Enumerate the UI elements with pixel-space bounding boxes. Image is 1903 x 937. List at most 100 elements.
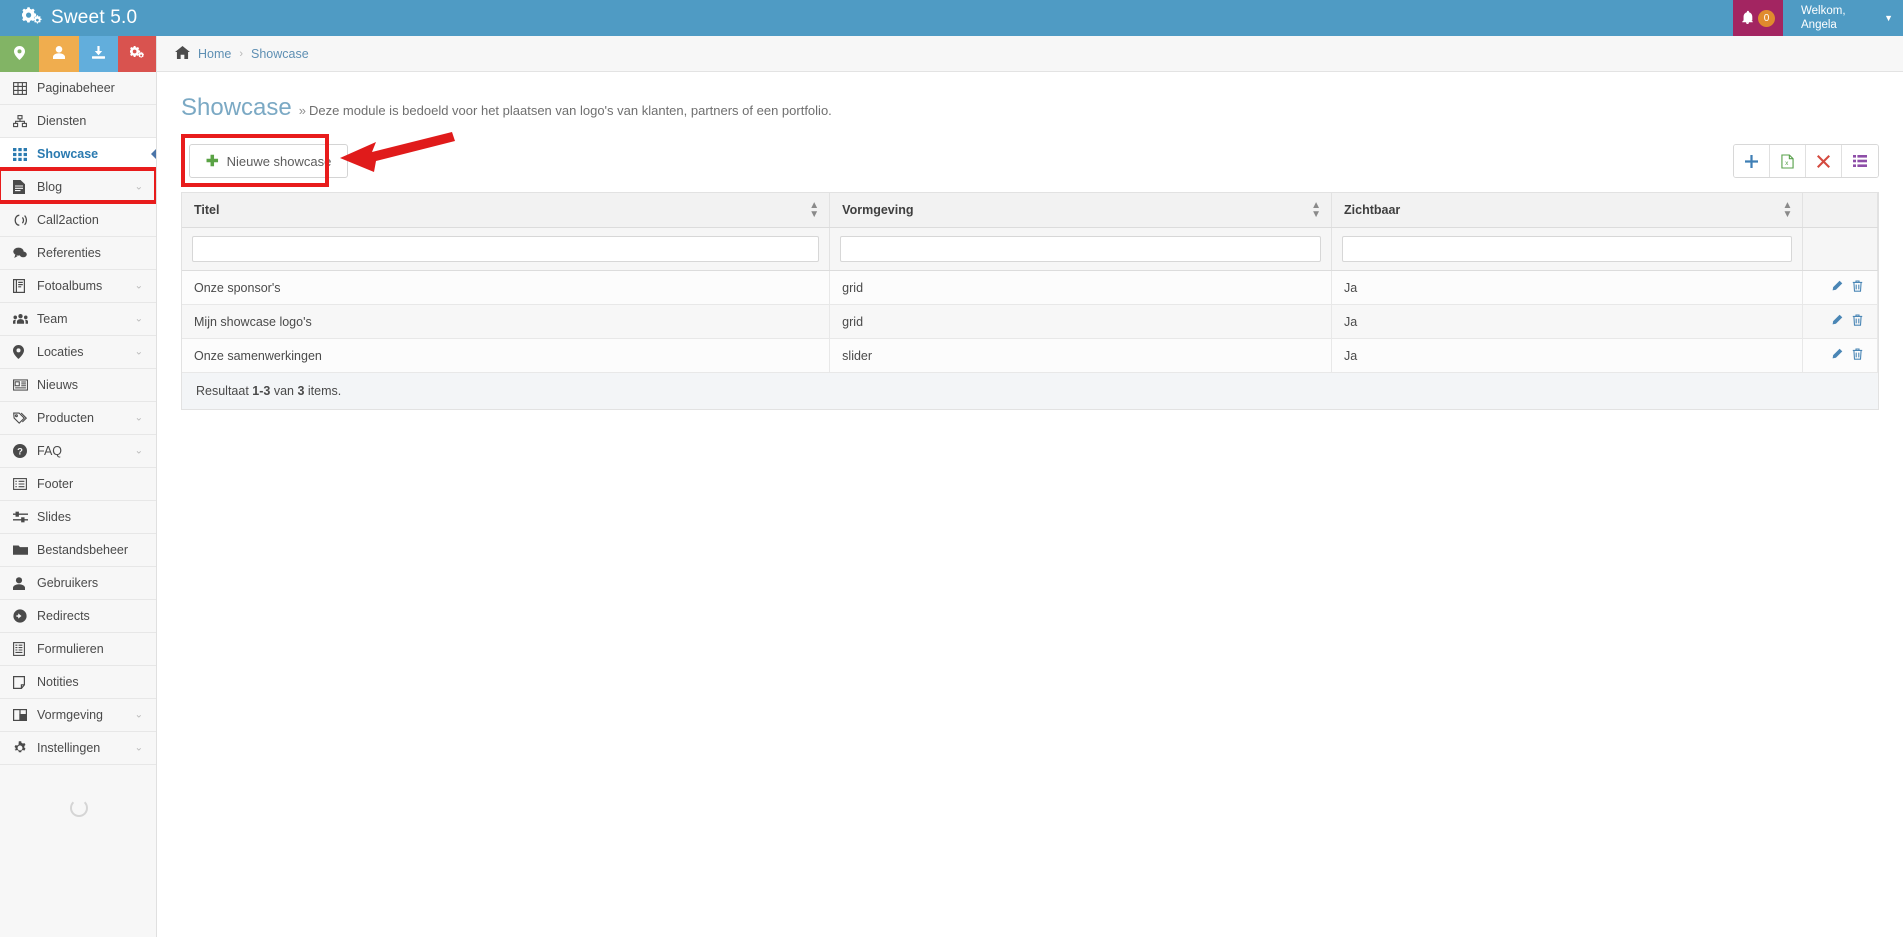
sidebar-item-paginabeheer[interactable]: Paginabeheer [0,72,156,105]
filter-input-zichtbaar[interactable] [1342,236,1793,262]
location-quick-button[interactable] [0,36,40,72]
sidebar-item-team[interactable]: Team ⌄ [0,303,156,336]
column-chooser-button[interactable] [1842,145,1878,177]
chevron-down-icon[interactable]: ⌄ [135,413,143,424]
column-header-zichtbaar-label: Zichtbaar [1344,203,1401,217]
sidebar-item-producten[interactable]: Producten ⌄ [0,402,156,435]
sidebar-item-referenties[interactable]: Referenties [0,237,156,270]
sidebar-item-gebruikers[interactable]: Gebruikers [0,567,156,600]
column-header-titel-label: Titel [194,203,220,217]
result-range: 1-3 [252,384,271,398]
cell-vormgeving: grid [829,304,1333,339]
sidebar-item-diensten[interactable]: Diensten [0,105,156,138]
new-showcase-label: Nieuwe showcase [226,153,332,169]
svg-text:?: ? [17,447,23,458]
column-header-vormgeving-label: Vormgeving [842,203,914,217]
question-icon: ? [13,444,35,458]
gears-icon [129,46,145,62]
sidebar-item-formulieren[interactable]: Formulieren [0,633,156,666]
table-header-row: Titel ▲ ▼ Vormgeving ▲ ▼ Zichtbaar ▲ ▼ [182,193,1878,228]
brand-logo[interactable]: Sweet 5.0 [0,0,192,36]
chevron-down-icon[interactable]: ⌄ [135,347,143,358]
chevron-down-icon[interactable]: ⌄ [135,314,143,325]
sidebar-item-showcase[interactable]: Showcase [0,138,156,171]
notifications-button[interactable]: 0 [1733,0,1783,36]
breadcrumb-home-link[interactable]: Home [198,47,231,61]
table-row[interactable]: Mijn showcase logo's grid Ja [182,304,1878,339]
settings-quick-button[interactable] [117,36,156,72]
add-row-button[interactable] [1734,145,1770,177]
sidebar: Paginabeheer Diensten Showcase Blog ⌄ Call2ac… [0,36,157,937]
sidebar-item-vormgeving[interactable]: Vormgeving ⌄ [0,699,156,732]
plus-icon: ✚ [206,153,219,170]
page-title: Showcase [181,94,292,121]
delete-row-icon[interactable] [1852,280,1863,295]
sidebar-item-faq[interactable]: ? FAQ ⌄ [0,435,156,468]
cell-titel: Onze sponsor's [182,270,831,305]
column-header-zichtbaar[interactable]: Zichtbaar ▲ ▼ [1331,193,1804,228]
sidebar-item-bestandsbeheer[interactable]: Bestandsbeheer [0,534,156,567]
cell-actions [1802,270,1878,305]
main-content: Showcase » Deze module is bedoeld voor he… [157,72,1903,937]
notification-count-badge: 0 [1758,9,1775,27]
cell-vormgeving: slider [829,338,1333,373]
new-showcase-button[interactable]: ✚ Nieuwe showcase [189,144,349,178]
sidebar-item-label: Notities [37,675,79,689]
edit-row-icon[interactable] [1831,280,1843,295]
cell-actions [1802,304,1878,339]
delete-row-icon[interactable] [1852,348,1863,363]
chevron-down-icon[interactable]: ⌄ [135,743,143,754]
table-row[interactable]: Onze sponsor's grid Ja [182,270,1878,305]
sidebar-item-slides[interactable]: Slides [0,501,156,534]
quick-access-bar [0,36,156,72]
sort-updown-icon[interactable]: ▲ ▼ [809,201,819,220]
user-quick-button[interactable] [39,36,79,72]
sidebar-item-notities[interactable]: Notities [0,666,156,699]
sitemap-icon [13,114,35,128]
table-row[interactable]: Onze samenwerkingen slider Ja [182,338,1878,373]
filter-input-vormgeving[interactable] [840,236,1322,262]
chevron-down-icon[interactable]: ⌄ [135,446,143,457]
sidebar-item-redirects[interactable]: Redirects [0,600,156,633]
sidebar-item-instellingen[interactable]: Instellingen ⌄ [0,732,156,765]
bell-icon [1741,10,1754,27]
sort-updown-icon[interactable]: ▲ ▼ [1311,201,1321,220]
cell-zichtbaar: Ja [1331,304,1804,339]
column-header-titel[interactable]: Titel ▲ ▼ [182,193,831,228]
download-quick-button[interactable] [78,36,118,72]
edit-row-icon[interactable] [1831,348,1843,363]
sidebar-item-locaties[interactable]: Locaties ⌄ [0,336,156,369]
breadcrumb: Home › Showcase [157,36,1903,72]
chevron-down-icon[interactable]: ⌄ [135,710,143,721]
sidebar-item-label: Nieuws [37,378,78,392]
export-excel-button[interactable]: x [1770,145,1806,177]
sidebar-item-label: Fotoalbums [37,279,103,293]
delete-row-icon[interactable] [1852,314,1863,329]
user-icon [13,576,35,590]
sidebar-item-nieuws[interactable]: Nieuws [0,369,156,402]
chevron-down-icon[interactable]: ⌄ [135,182,143,193]
user-greeting: Welkom, [1801,5,1846,17]
cell-vormgeving: grid [829,270,1333,305]
column-header-vormgeving[interactable]: Vormgeving ▲ ▼ [829,193,1333,228]
edit-row-icon[interactable] [1831,314,1843,329]
file-text-icon [13,180,35,194]
phone-icon [13,214,35,227]
breadcrumb-current[interactable]: Showcase [251,47,309,61]
cell-zichtbaar: Ja [1331,270,1804,305]
content-toolbar: ✚ Nieuwe showcase x [181,132,1879,187]
chevron-down-icon: ▼ [1884,13,1893,23]
sidebar-item-footer[interactable]: Footer [0,468,156,501]
user-menu-button[interactable]: Welkom, Angela ▼ [1783,0,1903,36]
delete-button[interactable] [1806,145,1842,177]
home-icon [175,45,190,62]
sidebar-item-call2action[interactable]: Call2action [0,204,156,237]
sidebar-item-fotoalbums[interactable]: Fotoalbums ⌄ [0,270,156,303]
cell-actions [1802,338,1878,373]
chevron-down-icon[interactable]: ⌄ [135,281,143,292]
page-subtitle-text: Deze module is bedoeld voor het plaatsen… [308,103,832,118]
sort-updown-icon[interactable]: ▲ ▼ [1782,201,1792,220]
filter-input-titel[interactable] [192,236,820,262]
newspaper-icon [13,379,35,391]
sidebar-item-blog[interactable]: Blog ⌄ [0,171,156,204]
